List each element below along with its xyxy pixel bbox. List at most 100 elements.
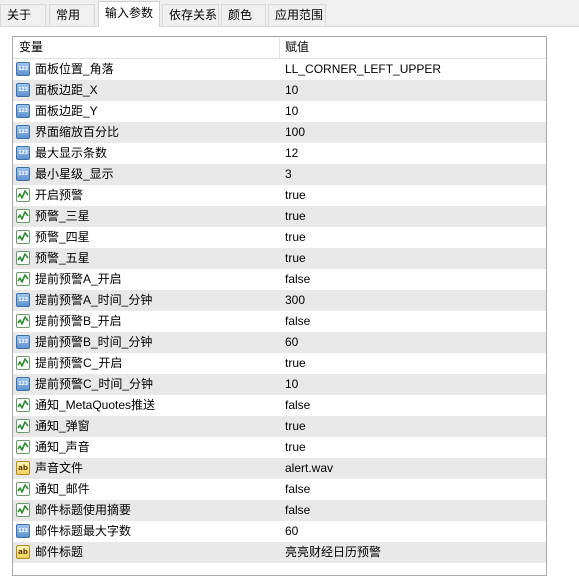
column-header-value[interactable]: 赋值 (285, 37, 309, 58)
boolean-icon (16, 188, 30, 202)
table-row[interactable]: 123 面板边距_Y 10 (13, 101, 546, 122)
parameter-value[interactable]: 亮亮财经日历预警 (285, 542, 381, 563)
parameter-value[interactable]: false (285, 269, 310, 290)
parameter-name: 面板边距_Y (35, 104, 98, 118)
boolean-icon (16, 209, 30, 223)
parameter-value[interactable]: 10 (285, 80, 298, 101)
table-row[interactable]: 123 邮件标题最大字数 60 (13, 521, 546, 542)
tab-dependencies[interactable]: 依存关系 (162, 4, 219, 26)
parameter-value[interactable]: 12 (285, 143, 298, 164)
parameter-name: 提前预警C_时间_分钟 (35, 377, 154, 391)
tab-colors[interactable]: 颜色 (221, 4, 266, 26)
parameter-name: 预警_四星 (35, 230, 90, 244)
table-row[interactable]: 预警_五星 true (13, 248, 546, 269)
table-header: 变量 赋值 (13, 37, 546, 59)
number-icon: 123 (16, 125, 30, 139)
column-divider[interactable] (279, 37, 280, 58)
parameter-name: 最小星级_显示 (35, 167, 114, 181)
parameter-value[interactable]: false (285, 479, 310, 500)
table-row[interactable]: 123 面板位置_角落 LL_CORNER_LEFT_UPPER (13, 59, 546, 80)
table-row[interactable]: 123 面板边距_X 10 (13, 80, 546, 101)
column-header-variable[interactable]: 变量 (19, 37, 43, 58)
tab-common[interactable]: 常用 (49, 4, 95, 26)
number-icon: 123 (16, 146, 30, 160)
tab-about[interactable]: 关于 (0, 4, 46, 26)
parameter-value[interactable]: false (285, 395, 310, 416)
table-row[interactable]: 提前预警C_开启 true (13, 353, 546, 374)
parameter-name: 开启预警 (35, 188, 84, 202)
boolean-icon (16, 356, 30, 370)
number-icon: 123 (16, 335, 30, 349)
parameter-name: 邮件标题 (35, 545, 84, 559)
table-row[interactable]: 123 界面缩放百分比 100 (13, 122, 546, 143)
parameter-value[interactable]: true (285, 353, 306, 374)
number-icon: 123 (16, 62, 30, 76)
tab-inputs[interactable]: 输入参数 (98, 1, 160, 27)
parameter-name: 界面缩放百分比 (35, 125, 120, 139)
tab-bar: 关于 常用 输入参数 依存关系 颜色 应用范围 (0, 0, 579, 27)
parameter-value[interactable]: 10 (285, 101, 298, 122)
parameter-name: 预警_五星 (35, 251, 90, 265)
boolean-icon (16, 419, 30, 433)
number-icon: 123 (16, 293, 30, 307)
parameter-name: 提前预警B_时间_分钟 (35, 335, 153, 349)
parameter-value[interactable]: 60 (285, 521, 298, 542)
table-row[interactable]: 123 提前预警B_时间_分钟 60 (13, 332, 546, 353)
parameter-value[interactable]: LL_CORNER_LEFT_UPPER (285, 59, 441, 80)
table-row[interactable]: ab 邮件标题 亮亮财经日历预警 (13, 542, 546, 563)
parameter-value[interactable]: 3 (285, 164, 292, 185)
parameter-name: 通知_弹窗 (35, 419, 90, 433)
boolean-icon (16, 503, 30, 517)
table-row[interactable]: 邮件标题使用摘要 false (13, 500, 546, 521)
parameter-name: 面板边距_X (35, 83, 98, 97)
parameter-name: 邮件标题最大字数 (35, 524, 132, 538)
table-row[interactable]: 通知_声音 true (13, 437, 546, 458)
parameter-value[interactable]: false (285, 311, 310, 332)
table-row[interactable]: 预警_四星 true (13, 227, 546, 248)
table-row[interactable]: 提前预警A_开启 false (13, 269, 546, 290)
table-row[interactable]: 123 最大显示条数 12 (13, 143, 546, 164)
number-icon: 123 (16, 524, 30, 538)
parameter-value[interactable]: false (285, 500, 310, 521)
table-row[interactable]: 123 提前预警C_时间_分钟 10 (13, 374, 546, 395)
table-row[interactable]: 预警_三星 true (13, 206, 546, 227)
table-row[interactable]: 通知_弹窗 true (13, 416, 546, 437)
table-row[interactable]: 通知_邮件 false (13, 479, 546, 500)
parameter-value[interactable]: 10 (285, 374, 298, 395)
parameters-table: 变量 赋值 123 面板位置_角落 LL_CORNER_LEFT_UPPER 123 面… (12, 36, 547, 576)
table-body: 123 面板位置_角落 LL_CORNER_LEFT_UPPER 123 面板边距_X 1… (13, 59, 546, 563)
boolean-icon (16, 230, 30, 244)
parameter-value[interactable]: alert.wav (285, 458, 333, 479)
parameter-value[interactable]: true (285, 416, 306, 437)
parameter-value[interactable]: true (285, 248, 306, 269)
boolean-icon (16, 482, 30, 496)
parameter-value[interactable]: true (285, 227, 306, 248)
parameter-name: 预警_三星 (35, 209, 90, 223)
parameter-name: 面板位置_角落 (35, 62, 114, 76)
table-row[interactable]: 123 最小星级_显示 3 (13, 164, 546, 185)
number-icon: 123 (16, 104, 30, 118)
parameter-name: 通知_声音 (35, 440, 90, 454)
boolean-icon (16, 440, 30, 454)
parameter-value[interactable]: 60 (285, 332, 298, 353)
table-row[interactable]: 提前预警B_开启 false (13, 311, 546, 332)
table-row[interactable]: 通知_MetaQuotes推送 false (13, 395, 546, 416)
table-row[interactable]: 123 提前预警A_时间_分钟 300 (13, 290, 546, 311)
tab-scope[interactable]: 应用范围 (268, 4, 326, 26)
inputs-panel: 变量 赋值 123 面板位置_角落 LL_CORNER_LEFT_UPPER 123 面… (0, 27, 579, 583)
parameter-name: 声音文件 (35, 461, 84, 475)
parameter-value[interactable]: 100 (285, 122, 305, 143)
parameter-name: 通知_邮件 (35, 482, 90, 496)
boolean-icon (16, 251, 30, 265)
table-row[interactable]: ab 声音文件 alert.wav (13, 458, 546, 479)
parameter-value[interactable]: true (285, 185, 306, 206)
table-row[interactable]: 开启预警 true (13, 185, 546, 206)
parameter-name: 通知_MetaQuotes推送 (35, 398, 156, 412)
number-icon: 123 (16, 83, 30, 97)
parameter-value[interactable]: true (285, 206, 306, 227)
parameter-name: 提前预警A_开启 (35, 272, 122, 286)
boolean-icon (16, 272, 30, 286)
parameter-value[interactable]: 300 (285, 290, 305, 311)
parameter-value[interactable]: true (285, 437, 306, 458)
boolean-icon (16, 314, 30, 328)
